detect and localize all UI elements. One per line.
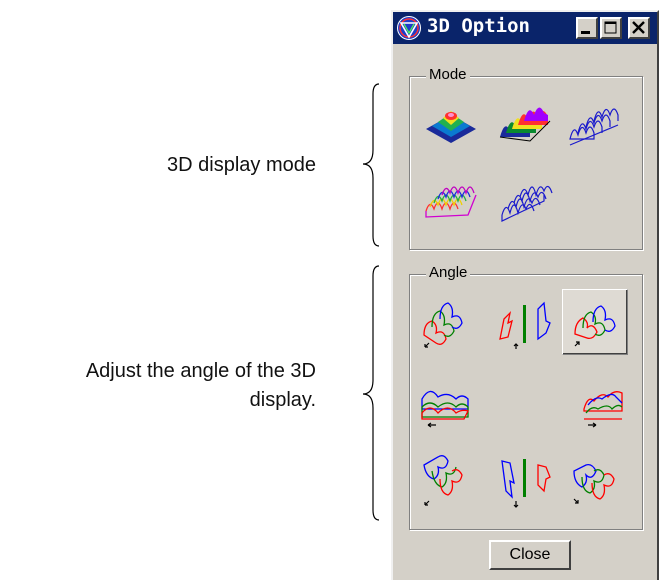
angle-top-icon — [499, 301, 551, 349]
angle-annotation-line2: display. — [249, 389, 316, 411]
angle-bottom-icon — [501, 459, 551, 508]
title-bar[interactable]: 3D Option — [393, 12, 657, 44]
angle-top-left-button[interactable] — [414, 289, 480, 355]
angle-top-right-button[interactable] — [562, 289, 628, 355]
mode-group: Mode — [409, 66, 643, 250]
mode-annotation: 3D display mode — [167, 154, 316, 176]
window-title: 3D Option — [427, 15, 530, 37]
rainbow-wave-mode-button[interactable] — [418, 167, 484, 233]
wireframe-waterfall-mode-button[interactable] — [562, 91, 628, 157]
minimize-button[interactable] — [576, 17, 598, 39]
3d-option-window: 3D Option Mode Angle Close — [391, 10, 659, 580]
angle-bottom-right-icon — [573, 463, 615, 504]
outline-wave-icon — [501, 185, 553, 222]
angle-bottom-left-button[interactable] — [414, 447, 480, 513]
mode-group-label: Mode — [426, 66, 470, 83]
maximize-button[interactable] — [600, 17, 622, 39]
contour-map-mode-button[interactable] — [418, 91, 484, 157]
close-icon — [632, 21, 645, 34]
minimize-icon — [581, 31, 590, 34]
angle-bottom-left-icon — [423, 455, 463, 506]
app-icon — [397, 16, 421, 40]
maximize-icon — [604, 21, 617, 34]
angle-group: Angle — [409, 264, 643, 530]
angle-top-button[interactable] — [492, 289, 558, 355]
close-window-button[interactable] — [628, 17, 650, 39]
angle-bottom-button[interactable] — [492, 447, 558, 513]
angle-left-icon — [421, 390, 469, 428]
color-waterfall-icon — [499, 107, 551, 142]
color-waterfall-mode-button[interactable] — [492, 91, 558, 157]
angle-group-label: Angle — [426, 264, 471, 281]
outline-wave-mode-button[interactable] — [492, 167, 558, 233]
angle-right-icon — [583, 391, 623, 428]
angle-left-button[interactable] — [414, 369, 480, 435]
contour-map-icon — [426, 111, 476, 143]
wireframe-waterfall-icon — [569, 108, 619, 146]
close-button[interactable]: Close — [489, 540, 571, 570]
rainbow-wave-icon — [425, 186, 477, 218]
angle-right-button[interactable] — [574, 369, 640, 435]
angle-brace — [362, 265, 380, 521]
mode-brace — [362, 83, 380, 247]
angle-bottom-right-button[interactable] — [562, 447, 628, 513]
angle-top-right-icon — [574, 305, 616, 347]
angle-top-left-icon — [423, 302, 463, 348]
angle-annotation-line1: Adjust the angle of the 3D — [85, 360, 316, 382]
